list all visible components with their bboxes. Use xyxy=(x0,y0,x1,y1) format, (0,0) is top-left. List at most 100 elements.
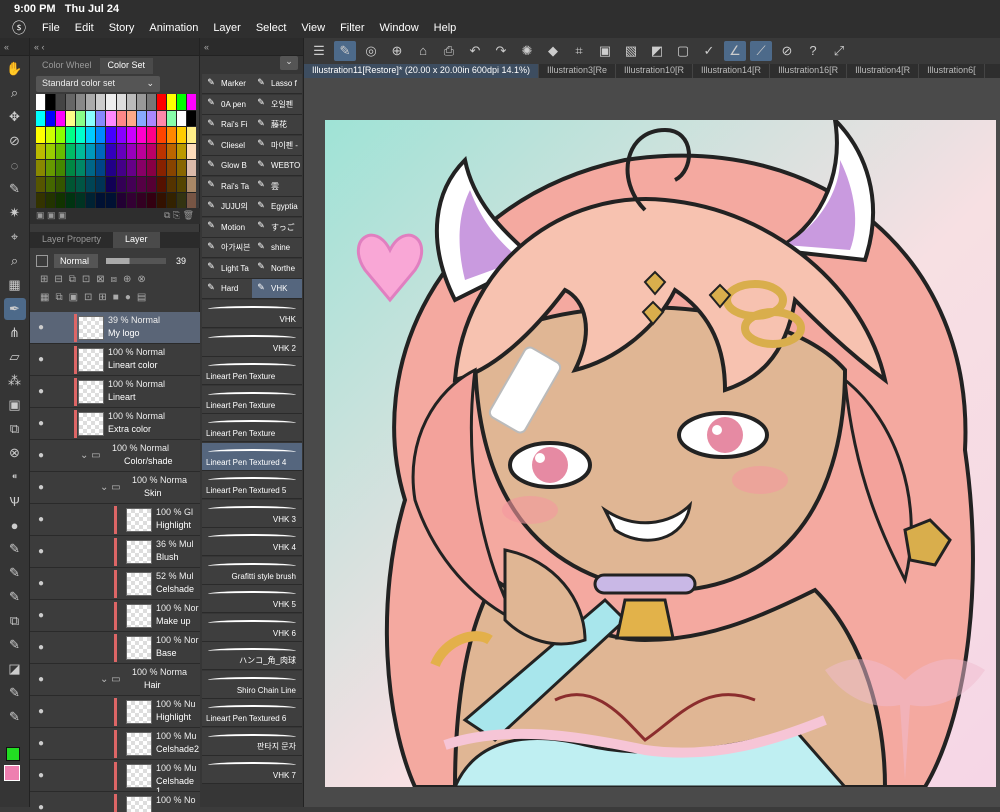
color-swatch[interactable] xyxy=(66,193,76,209)
brush-item[interactable]: VHK 7 xyxy=(202,756,302,784)
eyedropper-tool-icon[interactable]: ⊘ xyxy=(4,130,26,152)
color-swatch[interactable] xyxy=(156,127,166,143)
sparkle-tool-icon[interactable]: ✷ xyxy=(4,202,26,224)
menu-help[interactable]: Help xyxy=(434,22,457,34)
new-icon[interactable]: ✎ xyxy=(334,41,356,61)
color-swatch[interactable] xyxy=(76,176,86,193)
layer-toolbar-2[interactable]: ▦⧉▣⊡⊞■●▤ xyxy=(30,292,200,310)
brush-item[interactable]: VHK 3 xyxy=(202,499,302,528)
eye-icon[interactable]: ● xyxy=(38,354,44,365)
color-swatch[interactable] xyxy=(136,176,146,193)
eye-icon[interactable]: ● xyxy=(38,738,44,749)
brush-item[interactable]: VHK xyxy=(202,300,302,328)
document-tab[interactable]: Illustration6[ xyxy=(919,64,985,78)
sub-tool-group-item[interactable]: ✎ 오일펜 xyxy=(252,94,302,115)
color-swatch[interactable] xyxy=(176,143,186,160)
eraser-tool-icon[interactable]: ▱ xyxy=(4,346,26,368)
brush-item[interactable]: Grafitti style brush xyxy=(202,556,302,585)
color-swatch[interactable] xyxy=(46,127,56,143)
document-tab[interactable]: Illustration10[R xyxy=(616,64,694,78)
layer-row[interactable]: ● 100 % Normal Lineart xyxy=(30,376,200,408)
color-swatch[interactable] xyxy=(36,160,46,176)
color-swatch[interactable] xyxy=(36,193,46,209)
canvas-icon[interactable]: ◎ xyxy=(360,41,382,61)
blend-tool-icon[interactable]: ⁂ xyxy=(4,370,26,392)
color-swatch[interactable] xyxy=(156,94,166,110)
eye-icon[interactable]: ● xyxy=(38,706,44,717)
save-icon[interactable]: ⎙ xyxy=(438,41,460,61)
layer-row[interactable]: ● 100 % Normal Extra color xyxy=(30,408,200,440)
color-swatch[interactable] xyxy=(186,110,196,127)
eye-icon[interactable]: ● xyxy=(38,674,44,685)
color-swatch[interactable] xyxy=(136,110,146,127)
color-swatch[interactable] xyxy=(96,94,106,110)
tab-color-wheel[interactable]: Color Wheel xyxy=(34,58,100,74)
color-swatch[interactable] xyxy=(156,193,166,209)
brush-item[interactable]: 판타지 문자 xyxy=(202,727,302,756)
sub-tool-group-item[interactable]: ✎ 雲 xyxy=(252,176,302,197)
sub-tool-group-item[interactable]: ✎ Marker xyxy=(202,74,252,94)
color-swatch[interactable] xyxy=(56,110,66,127)
color-swatch[interactable] xyxy=(56,193,66,209)
color-swatch[interactable] xyxy=(36,94,46,110)
opacity-value[interactable]: 39 xyxy=(176,256,186,266)
layer-row[interactable]: ● 100 % No xyxy=(30,792,200,812)
hand-tool-icon[interactable]: ✋ xyxy=(4,58,26,80)
menu-layer[interactable]: Layer xyxy=(213,22,241,34)
color-swatch[interactable] xyxy=(126,94,136,110)
dropper-tool-icon[interactable]: ✎ xyxy=(4,706,26,728)
color-swatch[interactable] xyxy=(146,176,156,193)
color-swatch[interactable] xyxy=(106,127,116,143)
color-swatch[interactable] xyxy=(116,193,126,209)
color-swatch[interactable] xyxy=(166,193,176,209)
color-swatch[interactable] xyxy=(146,110,156,127)
crop-icon[interactable]: ⌗ xyxy=(568,41,590,61)
layer-row[interactable]: ● 100 % Normal Lineart color xyxy=(30,344,200,376)
color-swatch[interactable] xyxy=(186,160,196,176)
brush-item[interactable]: Shiro Chain Line xyxy=(202,670,302,699)
color-swatch[interactable] xyxy=(156,143,166,160)
invert-icon[interactable]: ◩ xyxy=(646,41,668,61)
select-layer-icon[interactable]: ▢ xyxy=(672,41,694,61)
color-swatch[interactable] xyxy=(66,127,76,143)
color-swatch[interactable] xyxy=(136,143,146,160)
layer-mask-icon[interactable] xyxy=(36,255,48,267)
brush-item[interactable]: Lineart Pen Texture xyxy=(202,385,302,414)
color-swatch[interactable] xyxy=(96,160,106,176)
fill-tool-icon[interactable]: ◪ xyxy=(4,658,26,680)
folder-icon[interactable]: ⌄ ▭ xyxy=(100,674,121,685)
color-swatch[interactable] xyxy=(66,176,76,193)
document-tab[interactable]: Illustration11[Restore]* (20.00 x 20.00i… xyxy=(304,64,539,78)
color-swatch[interactable] xyxy=(76,110,86,127)
color-swatch[interactable] xyxy=(46,110,56,127)
app-logo-icon[interactable]: ⓢ xyxy=(12,20,28,36)
color-swatch[interactable] xyxy=(186,176,196,193)
color-swatch[interactable] xyxy=(96,127,106,143)
color-swatch[interactable] xyxy=(86,94,96,110)
color-swatch[interactable] xyxy=(96,193,106,209)
menu-file[interactable]: File xyxy=(42,22,60,34)
color-swatch[interactable] xyxy=(86,110,96,127)
layer-row[interactable]: ● 39 % Normal My logo xyxy=(30,312,200,344)
menu-icon[interactable]: ☰ xyxy=(308,41,330,61)
eye-icon[interactable]: ● xyxy=(38,802,44,812)
color-swatch[interactable] xyxy=(156,160,166,176)
zoom-tool-icon[interactable]: ⌕ xyxy=(4,82,26,104)
expand-icon[interactable]: ⤢ xyxy=(828,41,850,61)
eye-icon[interactable]: ● xyxy=(38,450,44,461)
layer-row[interactable]: ● 52 % Mul Celshade xyxy=(30,568,200,600)
eye-icon[interactable]: ● xyxy=(38,514,44,525)
eye-icon[interactable]: ● xyxy=(38,610,44,621)
menu-story[interactable]: Story xyxy=(109,22,135,34)
color-swatch[interactable] xyxy=(36,127,46,143)
sub-tool-group-item[interactable]: ✎ 마이펜 - xyxy=(252,135,302,156)
layer-tool-icon[interactable]: ▦ xyxy=(4,274,26,296)
color-swatch[interactable] xyxy=(146,127,156,143)
color-swatch[interactable] xyxy=(116,176,126,193)
color-set-dropdown[interactable]: Standard color set ⌄ xyxy=(36,76,160,92)
color-swatch[interactable] xyxy=(66,110,76,127)
color-swatch[interactable] xyxy=(76,143,86,160)
tab-layer-property[interactable]: Layer Property xyxy=(30,232,113,248)
eye-icon[interactable]: ● xyxy=(38,418,44,429)
color-swatch[interactable] xyxy=(106,94,116,110)
